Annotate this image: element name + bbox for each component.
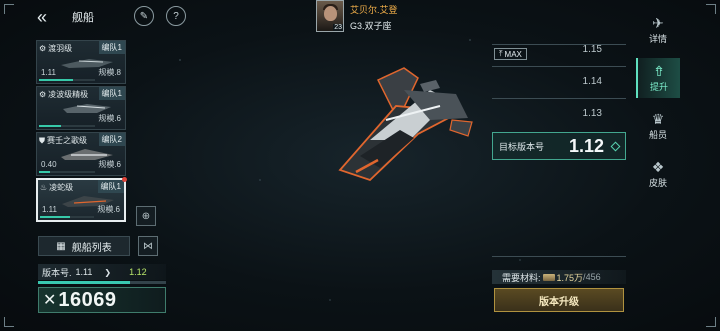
- ship-card-selected[interactable]: ♨ 凌蛇级 编队1 1.11 规模.6: [36, 177, 127, 222]
- version-progress-fill: [38, 281, 131, 284]
- version-label: 版本号.: [42, 267, 72, 278]
- ship-progress-fill: [39, 171, 51, 173]
- ship-card[interactable]: ⚙ 渡羽级 编队1 1.11 规模.8: [36, 40, 126, 84]
- current-version: 1.11: [75, 267, 93, 277]
- version-progress-bar: [38, 281, 166, 284]
- captain-info[interactable]: 23 艾贝尔.艾登 G3.双子座: [316, 0, 398, 34]
- captain-portrait: 23: [316, 0, 344, 32]
- gear-icon: ⚙: [39, 44, 47, 53]
- portrait-face: [324, 6, 337, 21]
- ship-scale: 规模.6: [98, 160, 121, 169]
- gear-icon: ⚙: [39, 90, 47, 99]
- material-icon: [542, 273, 555, 281]
- ship-progress-fill: [39, 125, 62, 127]
- version-option[interactable]: 1.13: [583, 108, 602, 119]
- ship-progress-bar: [39, 125, 95, 127]
- divider: [492, 44, 626, 45]
- ship-progress-fill: [40, 216, 70, 218]
- captain-text: 艾贝尔.艾登 G3.双子座: [350, 0, 398, 34]
- grid-icon: ▦: [56, 240, 66, 252]
- upgrade-arrow-icon: ⇮: [653, 62, 665, 79]
- captain-name: 艾贝尔.艾登: [350, 5, 398, 15]
- skin-icon: ❖: [651, 158, 665, 175]
- version-option[interactable]: 1.15: [583, 44, 602, 55]
- combat-power-value: 16069: [58, 288, 117, 311]
- ship-scale: 规模.6: [97, 205, 120, 214]
- top-header: « 舰船 ✎ ?: [30, 6, 190, 28]
- materials-row: 需要材料: 1.75万 / 456: [492, 270, 626, 284]
- ship-progress-bar: [39, 171, 95, 173]
- materials-label: 需要材料:: [502, 272, 541, 283]
- ship-list-button[interactable]: ▦ 舰船列表: [38, 236, 130, 256]
- target-version-value: 1.12: [568, 135, 604, 156]
- crossed-swords-icon: ✕: [43, 292, 57, 309]
- ship-scale: 规模.8: [98, 68, 121, 77]
- diamond-icon: [610, 141, 621, 151]
- waveform-icon: ⋈: [143, 240, 153, 252]
- nav-details[interactable]: ✈ 详情: [636, 10, 680, 50]
- combat-power: ✕ 16069: [38, 287, 166, 313]
- frame-corner-top-left: [4, 4, 14, 14]
- nav-label: 船员: [648, 129, 667, 140]
- ship-version: 0.40: [41, 160, 57, 169]
- ship-card[interactable]: ⛊ 赛壬之歌级 编队2 0.40 规模.6: [36, 132, 126, 176]
- max-icon: ⤒: [499, 49, 503, 58]
- nav-upgrade[interactable]: ⇮ 提升: [636, 58, 680, 98]
- fleet-filter-button[interactable]: ⊕: [136, 206, 156, 226]
- nav-skin[interactable]: ❖ 皮肤: [636, 154, 680, 194]
- ship-version: 1.11: [42, 205, 57, 214]
- ship-list: ⚙ 渡羽级 编队1 1.11 规模.8 ⚙ 凌波级精极 编队1 规模.6 ⛊ 赛壬之歌…: [36, 38, 128, 230]
- ship-model: [338, 67, 473, 182]
- divider: [492, 98, 626, 99]
- spaceship-icon: ✈: [652, 14, 664, 31]
- right-nav: ✈ 详情 ⇮ 提升 ♛ 船员 ❖ 皮肤: [636, 10, 684, 202]
- pen-icon: ✎: [139, 10, 149, 22]
- crosshair-icon: ⊕: [141, 210, 151, 222]
- divider: [492, 256, 626, 257]
- arrow-right-icon: ❯: [104, 267, 112, 277]
- nav-label: 提升: [649, 81, 668, 92]
- upgrade-version-label: 版本升级: [539, 296, 579, 308]
- nav-label: 皮肤: [648, 177, 667, 188]
- ship-progress-bar: [40, 216, 94, 218]
- crew-icon: ♛: [651, 110, 665, 127]
- nav-crew[interactable]: ♛ 船员: [636, 106, 680, 146]
- frame-corner-top-right: [706, 4, 716, 14]
- ship-progress-bar: [39, 79, 95, 81]
- ship-list-label: 舰船列表: [71, 242, 112, 254]
- target-version-label: 目标版本号: [499, 141, 545, 152]
- version-selector: ⤒ MAX 1.15 1.14 1.13 目标版本号 1.12: [492, 36, 626, 258]
- chevron-double-left-icon: «: [36, 6, 47, 27]
- ship-progress-fill: [39, 79, 73, 81]
- ship-version: 1.11: [41, 68, 56, 77]
- back-button[interactable]: «: [30, 6, 54, 28]
- help-button[interactable]: ?: [166, 6, 186, 26]
- upgrade-version-button[interactable]: 版本升级: [494, 288, 624, 312]
- nav-label: 详情: [648, 33, 667, 44]
- target-version: 1.12: [129, 267, 147, 277]
- question-icon: ?: [173, 10, 179, 22]
- version-option[interactable]: 1.14: [583, 76, 602, 87]
- version-row: 版本号. 1.11 ❯ 1.12: [38, 264, 166, 280]
- ship-scale: 规模.6: [98, 114, 121, 123]
- max-label: MAX: [504, 49, 522, 59]
- captain-level: 23: [333, 24, 343, 31]
- notification-dot: [122, 177, 127, 182]
- ship-card[interactable]: ⚙ 凌波级精极 编队1 规模.6: [36, 86, 126, 130]
- max-tag[interactable]: ⤒ MAX: [494, 48, 527, 60]
- ship-view-button[interactable]: ✎: [134, 6, 154, 26]
- page-title: 舰船: [72, 12, 94, 24]
- divider: [492, 66, 626, 67]
- frame-corner-bottom-right: [706, 317, 716, 327]
- sort-button[interactable]: ⋈: [138, 236, 158, 256]
- target-version-selected[interactable]: 目标版本号 1.12: [492, 132, 626, 160]
- shield-icon: ⛊: [39, 135, 45, 145]
- frame-corner-bottom-left: [4, 317, 14, 327]
- flame-icon: ♨: [40, 183, 48, 192]
- captain-title: G3.双子座: [350, 21, 392, 31]
- materials-required: 456: [585, 272, 601, 282]
- materials-have: 1.75万: [556, 272, 584, 283]
